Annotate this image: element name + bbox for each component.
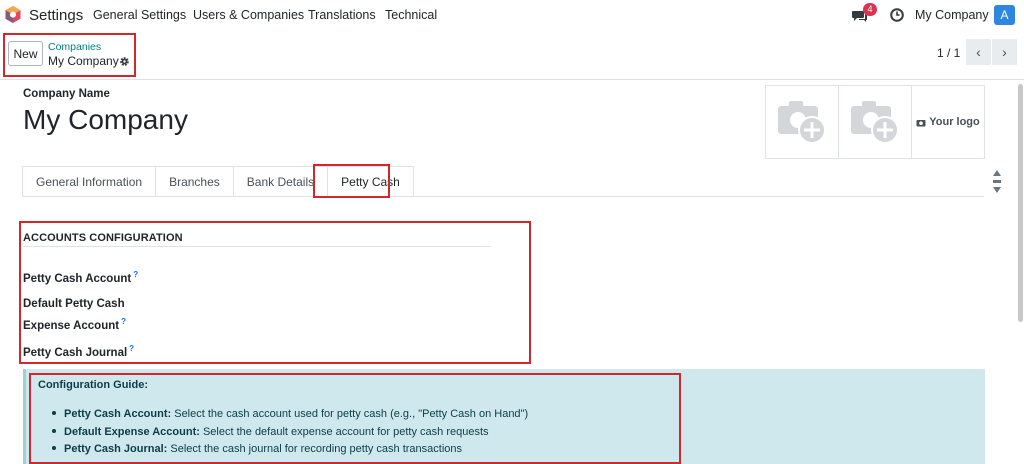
field-label: Petty Cash Journal xyxy=(23,346,128,359)
top-navbar: Settings General Settings Users & Compan… xyxy=(0,0,1024,30)
guide-item-text: Select the cash journal for recording pe… xyxy=(167,443,463,455)
help-tooltip-icon[interactable]: ? xyxy=(121,317,126,326)
chat-badge: 4 xyxy=(863,3,877,16)
menu-general-settings[interactable]: General Settings xyxy=(93,8,186,22)
field-default-expense-account[interactable]: Default Petty Cash Expense Account? xyxy=(23,296,126,335)
company-name-field[interactable]: My Company xyxy=(23,104,188,136)
guide-item: Petty Cash Account: Select the cash acco… xyxy=(52,408,528,420)
field-label-line1: Default Petty Cash xyxy=(23,298,125,310)
guide-item-label: Default Expense Account: xyxy=(64,426,200,438)
pager-value[interactable]: 1 / 1 xyxy=(937,46,960,60)
camera-add-icon xyxy=(778,101,826,144)
app-name[interactable]: Settings xyxy=(29,7,83,24)
menu-users-companies[interactable]: Users & Companies xyxy=(193,8,304,22)
camera-add-icon xyxy=(851,101,899,144)
help-tooltip-icon[interactable]: ? xyxy=(129,344,134,353)
guide-item: Petty Cash Journal: Select the cash jour… xyxy=(52,443,462,455)
page-scrollbar[interactable] xyxy=(1018,84,1023,322)
guide-item-text: Select the default expense account for p… xyxy=(199,426,489,438)
scroll-arrows-icon[interactable] xyxy=(992,168,1002,196)
section-title-accounts-configuration: ACCOUNTS CONFIGURATION xyxy=(23,232,183,244)
bullet xyxy=(52,446,56,451)
user-avatar[interactable]: A xyxy=(994,5,1015,25)
menu-translations[interactable]: Translations xyxy=(308,8,376,22)
guide-item-label: Petty Cash Account: xyxy=(64,408,172,420)
company-switcher[interactable]: My Company xyxy=(915,8,989,22)
camera-icon xyxy=(916,119,926,126)
bullet xyxy=(52,411,56,416)
tab-branches[interactable]: Branches xyxy=(155,166,234,197)
field-petty-cash-journal[interactable]: Petty Cash Journal? xyxy=(23,340,134,362)
field-petty-cash-account[interactable]: Petty Cash Account? xyxy=(23,266,138,288)
field-label-line2: Expense Account xyxy=(23,319,120,332)
image-upload-2[interactable] xyxy=(838,85,912,159)
breadcrumb-companies-link[interactable]: Companies xyxy=(48,41,101,53)
pager-next-button[interactable]: › xyxy=(992,39,1017,65)
guide-item: Default Expense Account: Select the defa… xyxy=(52,426,489,438)
logo-upload[interactable]: Your logo xyxy=(911,85,985,159)
guide-item-label: Petty Cash Journal: xyxy=(64,443,168,455)
highlight-box-petty-cash-tab xyxy=(313,164,390,198)
clock-icon[interactable] xyxy=(890,8,904,22)
field-label: Petty Cash Account xyxy=(23,272,132,285)
help-tooltip-icon[interactable]: ? xyxy=(133,270,138,279)
section-divider xyxy=(23,246,491,247)
tabs-divider xyxy=(22,196,984,197)
guide-item-text: Select the cash account used for petty c… xyxy=(171,408,529,420)
image-upload-1[interactable] xyxy=(765,85,839,159)
breadcrumb-current: My Company xyxy=(48,54,119,68)
guide-title: Configuration Guide: xyxy=(38,379,148,391)
control-panel: New Companies My Company 1 / 1 ‹ › xyxy=(0,30,1024,80)
tab-general-information[interactable]: General Information xyxy=(22,166,157,197)
new-button[interactable]: New xyxy=(8,41,43,66)
odoo-logo-icon[interactable] xyxy=(5,6,21,23)
pager-previous-button[interactable]: ‹ xyxy=(966,39,991,65)
bullet xyxy=(52,429,56,434)
your-logo-label: Your logo xyxy=(929,116,980,128)
company-name-label: Company Name xyxy=(23,88,110,100)
menu-technical[interactable]: Technical xyxy=(385,8,437,22)
gear-icon[interactable] xyxy=(119,56,130,67)
